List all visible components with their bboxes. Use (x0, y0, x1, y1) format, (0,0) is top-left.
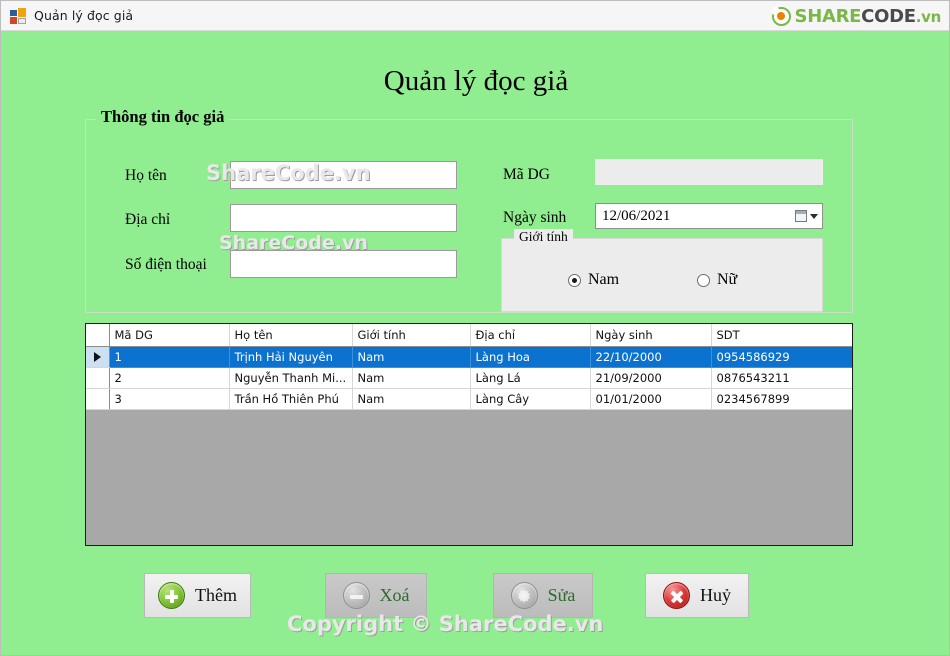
gender-groupbox: Giới tính (501, 229, 823, 312)
delete-button[interactable]: Xoá (325, 573, 427, 618)
title-bar: Quản lý đọc giả SHARECODE.vn (1, 1, 949, 31)
sharecode-logo-icon (771, 6, 791, 26)
row-selector[interactable] (86, 346, 110, 368)
cell-ho-ten[interactable]: Trần Hồ Thiên Phú (229, 388, 353, 410)
grid-col-ngay-sinh[interactable]: Ngày sinh (590, 324, 712, 347)
cell-gioi-tinh[interactable]: Nam (352, 367, 471, 389)
table-row[interactable]: 3 Trần Hồ Thiên Phú Nam Làng Cây 01/01/2… (86, 388, 852, 410)
window-title: Quản lý đọc giả (34, 8, 134, 23)
delete-button-label: Xoá (379, 585, 410, 605)
gender-option-nu-label: Nữ (717, 271, 738, 288)
cell-ho-ten[interactable]: Nguyễn Thanh Mi... (229, 367, 353, 389)
grid-col-ma-dg[interactable]: Mã DG (109, 324, 230, 347)
gender-groupbox-label: Giới tính (514, 229, 573, 245)
calendar-icon (795, 210, 807, 222)
phone-input[interactable] (230, 250, 457, 278)
cell-ma-dg[interactable]: 3 (109, 388, 230, 410)
readers-datagrid[interactable]: Mã DG Họ tên Giới tính Địa chỉ Ngày sinh… (85, 323, 853, 546)
application-window: Quản lý đọc giả SHARECODE.vn Quản lý đọc… (0, 0, 950, 656)
cell-dia-chi[interactable]: Làng Cây (470, 388, 591, 410)
row-selector[interactable] (86, 388, 110, 410)
edit-button[interactable]: Sửa (493, 573, 593, 618)
cell-ma-dg[interactable]: 1 (109, 346, 230, 368)
reader-id-input[interactable] (595, 159, 823, 185)
radio-nam-icon[interactable] (568, 273, 581, 287)
address-input[interactable] (230, 204, 457, 232)
grid-corner-header (86, 324, 110, 347)
cell-dia-chi[interactable]: Làng Lá (470, 367, 591, 389)
windows-form-icon (10, 7, 26, 24)
cell-ngay-sinh[interactable]: 21/09/2000 (590, 367, 712, 389)
cell-gioi-tinh[interactable]: Nam (352, 388, 471, 410)
page-title: Quản lý đọc giả (383, 65, 569, 97)
reader-id-label: Mã DG (503, 166, 550, 183)
cell-sdt[interactable]: 0234567899 (711, 388, 852, 410)
birthdate-datepicker[interactable]: 12/06/2021 (595, 203, 823, 229)
edit-button-label: Sửa (547, 585, 576, 605)
radio-nu-icon[interactable] (697, 273, 710, 287)
address-label: Địa chỉ (125, 211, 171, 228)
reader-info-groupbox-label: Thông tin đọc giả (96, 107, 230, 127)
add-button[interactable]: Thêm (144, 573, 251, 618)
sharecode-logo: SHARECODE.vn (771, 4, 942, 28)
gender-option-nam[interactable]: Nam (568, 271, 619, 289)
chevron-down-icon (810, 213, 818, 219)
gender-option-nu[interactable]: Nữ (697, 271, 737, 289)
table-row[interactable]: 2 Nguyễn Thanh Mi... Nam Làng Lá 21/09/2… (86, 367, 852, 389)
logo-text-vn: .vn (915, 7, 942, 26)
birthdate-value: 12/06/2021 (602, 207, 671, 224)
cell-ho-ten[interactable]: Trịnh Hải Nguyên (229, 346, 353, 368)
gender-option-nam-label: Nam (588, 271, 620, 288)
grid-col-ho-ten[interactable]: Họ tên (229, 324, 353, 347)
birthdate-label: Ngày sinh (503, 209, 567, 226)
cancel-button-label: Huỷ (700, 585, 731, 605)
minus-circle-icon (342, 582, 370, 609)
cell-dia-chi[interactable]: Làng Hoa (470, 346, 591, 368)
add-button-label: Thêm (195, 585, 237, 605)
cell-ma-dg[interactable]: 2 (109, 367, 230, 389)
gear-circle-icon (510, 582, 538, 609)
cancel-button[interactable]: Huỷ (645, 573, 749, 618)
row-marker-icon (93, 352, 101, 362)
phone-label: Số điện thoại (125, 256, 207, 273)
cell-ngay-sinh[interactable]: 01/01/2000 (590, 388, 712, 410)
grid-col-sdt[interactable]: SDT (711, 324, 852, 347)
row-selector[interactable] (86, 367, 110, 389)
cell-gioi-tinh[interactable]: Nam (352, 346, 471, 368)
fullname-input[interactable] (230, 161, 457, 189)
cell-sdt[interactable]: 0876543211 (711, 367, 852, 389)
logo-text-code: CODE (861, 5, 916, 27)
fullname-label: Họ tên (125, 167, 167, 184)
cell-ngay-sinh[interactable]: 22/10/2000 (590, 346, 712, 368)
cell-sdt[interactable]: 0954586929 (711, 346, 852, 368)
grid-header-row: Mã DG Họ tên Giới tính Địa chỉ Ngày sinh… (86, 324, 852, 347)
x-circle-icon (663, 582, 690, 609)
birthdate-dropdown-button[interactable] (795, 210, 818, 222)
grid-col-gioi-tinh[interactable]: Giới tính (352, 324, 471, 347)
grid-col-dia-chi[interactable]: Địa chỉ (470, 324, 591, 347)
logo-text-share: SHARE (794, 5, 862, 27)
plus-circle-icon (158, 582, 185, 609)
table-row[interactable]: 1 Trịnh Hải Nguyên Nam Làng Hoa 22/10/20… (86, 346, 852, 368)
